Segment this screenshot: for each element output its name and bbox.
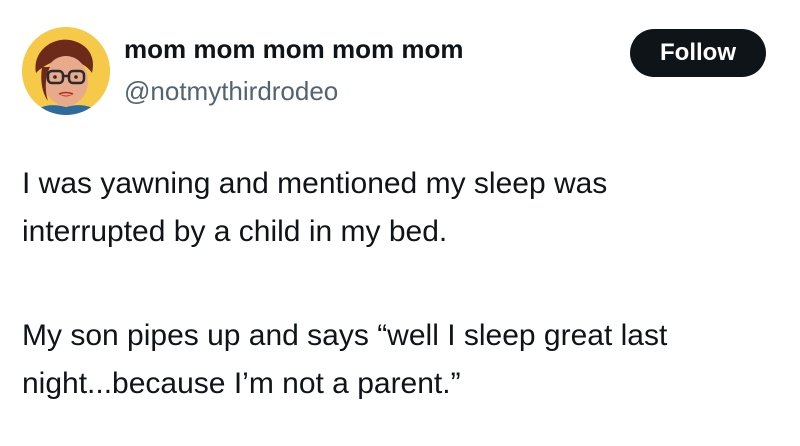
tweet-card: mom mom mom mom mom @notmythirdrodeo Fol… — [0, 0, 800, 446]
author-display-name[interactable]: mom mom mom mom mom — [124, 34, 464, 64]
tweet-header: mom mom mom mom mom @notmythirdrodeo Fol… — [0, 0, 800, 130]
author-handle[interactable]: @notmythirdrodeo — [124, 76, 338, 106]
woman-with-glasses-avatar-icon — [22, 27, 110, 115]
tweet-paragraph-2: My son pipes up and says “well I sleep g… — [22, 312, 792, 408]
tweet-line: I was yawning and mentioned my sleep was — [22, 167, 608, 200]
avatar[interactable] — [22, 27, 110, 115]
follow-button[interactable]: Follow — [630, 29, 766, 77]
tweet-line: night...because I’m not a parent.” — [22, 367, 461, 400]
tweet-paragraph-1: I was yawning and mentioned my sleep was… — [22, 160, 792, 256]
tweet-line: My son pipes up and says “well I sleep g… — [22, 319, 668, 352]
tweet-line: interrupted by a child in my bed. — [22, 215, 448, 248]
